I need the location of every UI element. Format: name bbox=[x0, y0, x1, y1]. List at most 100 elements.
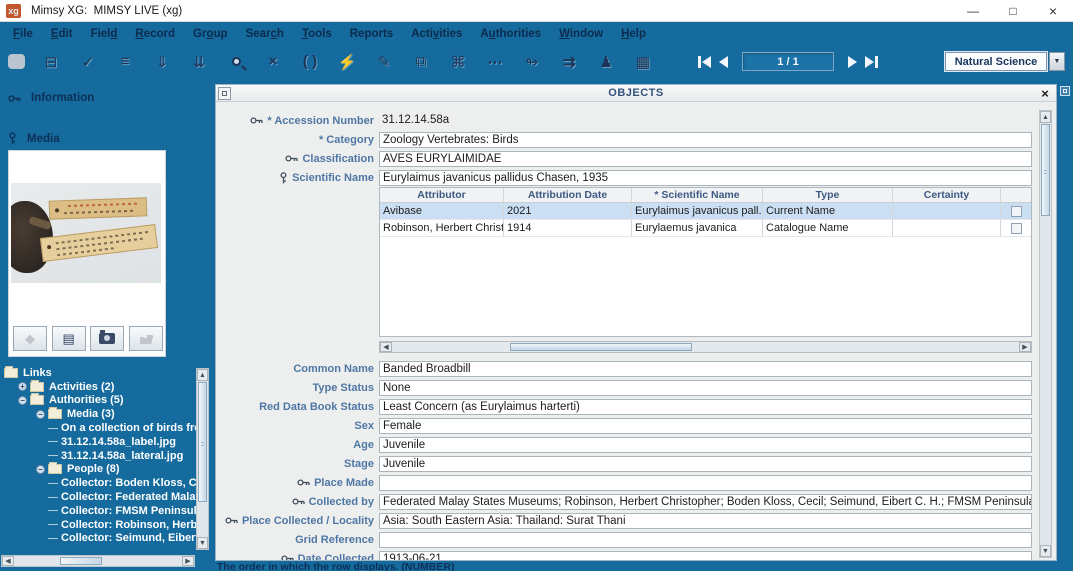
grid-reference-field[interactable] bbox=[379, 532, 1032, 548]
last-record-button[interactable] bbox=[865, 56, 878, 68]
tree-item-authorities[interactable]: Authorities (5) bbox=[49, 394, 124, 406]
lexicon-icon[interactable]: ⋯ bbox=[484, 52, 506, 72]
type-status-field[interactable]: None bbox=[379, 380, 1032, 396]
form-scroll-thumb[interactable] bbox=[1041, 124, 1050, 216]
menu-authorities[interactable]: Authorities bbox=[471, 25, 550, 43]
scroll-right-icon[interactable]: ▶ bbox=[182, 556, 194, 566]
menu-edit[interactable]: Edit bbox=[42, 25, 82, 43]
certainty-checkbox[interactable] bbox=[1011, 206, 1022, 217]
table-scroll-thumb[interactable] bbox=[510, 343, 692, 351]
media-icon[interactable]: ⧉ bbox=[410, 52, 432, 72]
tree-item-media-file[interactable]: 31.12.14.58a_label.jpg bbox=[61, 436, 176, 448]
sidebar-scroll-thumb[interactable] bbox=[60, 557, 102, 565]
view-selector[interactable]: Natural Science bbox=[945, 52, 1047, 71]
media-previous-button[interactable]: ◆ bbox=[13, 326, 47, 351]
scroll-down-icon[interactable]: ▼ bbox=[197, 537, 208, 549]
place-collected-locality-field[interactable]: Asia: South Eastern Asia: Thailand: Sura… bbox=[379, 513, 1032, 529]
sidebar-item-media[interactable]: Media bbox=[8, 132, 60, 145]
media-detail-button[interactable]: ▤ bbox=[52, 326, 86, 351]
view-selector-dropdown-icon[interactable]: ▼ bbox=[1049, 52, 1065, 71]
tree-scroll-thumb[interactable] bbox=[198, 382, 207, 502]
column-header[interactable]: * Scientific Name bbox=[632, 188, 763, 202]
tree-item-collector[interactable]: Collector: FMSM Peninsular T bbox=[61, 505, 196, 517]
tree-collapse-icon[interactable]: − bbox=[18, 396, 27, 405]
accession-number-field[interactable]: 31.12.14.58a bbox=[379, 113, 1032, 129]
column-header[interactable]: Attributor bbox=[380, 188, 504, 202]
insert-record-icon[interactable]: ⇓ bbox=[151, 52, 173, 72]
column-header[interactable]: Attribution Date bbox=[504, 188, 632, 202]
tree-collapse-icon[interactable]: − bbox=[36, 465, 45, 474]
tree-item-people-folder[interactable]: People (8) bbox=[67, 463, 120, 475]
tree-item-collector[interactable]: Collector: Boden Kloss, Cecil bbox=[61, 477, 196, 489]
run-search-icon[interactable]: ⚡ bbox=[336, 52, 358, 72]
close-button[interactable]: × bbox=[1033, 0, 1073, 21]
next-record-button[interactable] bbox=[848, 56, 857, 68]
docked-panel-icon[interactable] bbox=[1060, 86, 1070, 96]
tree-item-media-file[interactable]: On a collection of birds from bbox=[61, 422, 196, 434]
search-icon[interactable] bbox=[225, 52, 247, 72]
menu-group[interactable]: Group bbox=[184, 25, 237, 43]
scroll-up-icon[interactable]: ▲ bbox=[1040, 111, 1051, 123]
scroll-up-icon[interactable]: ▲ bbox=[197, 369, 208, 381]
first-record-button[interactable] bbox=[698, 56, 711, 68]
column-header[interactable]: Type bbox=[763, 188, 893, 202]
spell-check-icon[interactable]: ✓ bbox=[77, 52, 99, 72]
category-field[interactable]: Zoology Vertebrates: Birds bbox=[379, 132, 1032, 148]
table-row[interactable]: Robinson, Herbert Christ... 1914 Eurylae… bbox=[380, 220, 1031, 237]
tree-vertical-scrollbar[interactable]: ▲ ▼ bbox=[196, 368, 209, 550]
minimize-button[interactable]: — bbox=[953, 0, 993, 21]
menu-tools[interactable]: Tools bbox=[293, 25, 341, 43]
link-records-icon[interactable]: ↬ bbox=[521, 52, 543, 72]
ditto-record-icon[interactable]: ⇊ bbox=[188, 52, 210, 72]
collected-by-field[interactable]: Federated Malay States Museums; Robinson… bbox=[379, 494, 1032, 510]
classification-field[interactable]: AVES EURYLAIMIDAE bbox=[379, 151, 1032, 167]
save-icon[interactable] bbox=[8, 54, 25, 69]
tree-item-activities[interactable]: Activities (2) bbox=[49, 381, 114, 393]
maximize-button[interactable]: □ bbox=[993, 0, 1033, 21]
scroll-left-icon[interactable]: ◀ bbox=[2, 556, 14, 566]
column-header[interactable]: Certainty bbox=[893, 188, 1001, 202]
edit-note-icon[interactable]: ✎ bbox=[373, 52, 395, 72]
menu-help[interactable]: Help bbox=[612, 25, 655, 43]
grid-view-icon[interactable]: ▦ bbox=[632, 52, 654, 72]
common-name-field[interactable]: Banded Broadbill bbox=[379, 361, 1032, 377]
menu-activities[interactable]: Activities bbox=[402, 25, 471, 43]
certainty-checkbox[interactable] bbox=[1011, 223, 1022, 234]
menu-window[interactable]: Window bbox=[550, 25, 612, 43]
tree-item-media-folder[interactable]: Media (3) bbox=[67, 408, 115, 420]
transfer-icon[interactable]: ⇉ bbox=[558, 52, 580, 72]
form-vertical-scrollbar[interactable]: ▲ ▼ bbox=[1039, 110, 1052, 558]
tree-collapse-icon[interactable]: − bbox=[36, 410, 45, 419]
scroll-left-icon[interactable]: ◀ bbox=[380, 342, 392, 352]
panel-close-icon[interactable]: × bbox=[1037, 86, 1053, 100]
age-field[interactable]: Juvenile bbox=[379, 437, 1032, 453]
authority-person-icon[interactable]: ♟ bbox=[595, 52, 617, 72]
menu-file[interactable]: File bbox=[4, 25, 42, 43]
scroll-right-icon[interactable]: ▶ bbox=[1019, 342, 1031, 352]
menu-reports[interactable]: Reports bbox=[341, 25, 402, 43]
tree-item-links[interactable]: Links bbox=[23, 367, 52, 379]
previous-record-button[interactable] bbox=[719, 56, 728, 68]
tree-item-media-file[interactable]: 31.12.14.58a_lateral.jpg bbox=[61, 450, 183, 462]
sidebar-item-information[interactable]: Information bbox=[8, 92, 94, 104]
tree-expand-icon[interactable]: + bbox=[18, 382, 27, 391]
sidebar-horizontal-scrollbar[interactable]: ◀ ▶ bbox=[1, 555, 195, 567]
scientific-name-field[interactable]: Eurylaimus javanicus pallidus Chasen, 19… bbox=[379, 170, 1032, 186]
media-approve-button[interactable] bbox=[129, 326, 163, 351]
scroll-down-icon[interactable]: ▼ bbox=[1040, 545, 1051, 557]
tree-item-collector[interactable]: Collector: Robinson, Herbert bbox=[61, 519, 196, 531]
sex-field[interactable]: Female bbox=[379, 418, 1032, 434]
stage-field[interactable]: Juvenile bbox=[379, 456, 1032, 472]
tree-item-collector[interactable]: Collector: Seimund, Eibert C. bbox=[61, 532, 196, 544]
refine-query-icon[interactable]: ( ) bbox=[299, 52, 321, 72]
print-icon[interactable]: ⊟ bbox=[40, 52, 62, 72]
red-data-book-status-field[interactable]: Least Concern (as Eurylaimus harterti) bbox=[379, 399, 1032, 415]
hierarchy-icon[interactable]: ⌘ bbox=[447, 52, 469, 72]
menu-field[interactable]: Field bbox=[82, 25, 127, 43]
media-camera-button[interactable] bbox=[90, 326, 124, 351]
table-row[interactable]: Avibase 2021 Eurylaimus javanicus pall..… bbox=[380, 203, 1031, 220]
specimen-photo[interactable] bbox=[11, 183, 161, 283]
date-collected-field[interactable]: 1913-06-21 bbox=[379, 551, 1032, 561]
table-horizontal-scrollbar[interactable]: ◀ ▶ bbox=[379, 341, 1032, 353]
clear-search-icon[interactable]: × bbox=[262, 52, 284, 72]
